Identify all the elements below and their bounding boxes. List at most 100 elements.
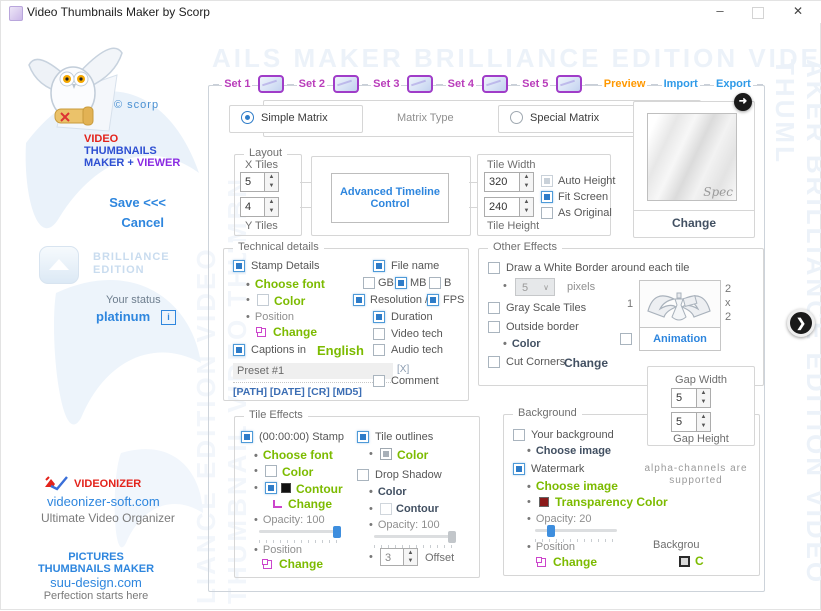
captions-checkbox[interactable] — [233, 344, 245, 356]
minimize-button[interactable]: – — [713, 3, 727, 18]
next-page-arrow[interactable]: ❯ — [787, 309, 815, 337]
tab-set3[interactable]: Set 3 — [371, 78, 401, 90]
te-choose-font-link[interactable]: Choose font — [254, 448, 333, 462]
resolution-checkbox[interactable] — [353, 294, 365, 306]
tab-set4[interactable]: Set 4 — [446, 78, 476, 90]
white-border-checkbox[interactable] — [488, 262, 500, 274]
tile-height-stepper[interactable]: 240 — [484, 197, 534, 217]
te-color-checkbox[interactable] — [265, 465, 277, 477]
tab-preview[interactable]: Preview — [602, 78, 648, 90]
te-contour-color-swatch[interactable] — [281, 483, 291, 493]
next-panel-arrow-small[interactable]: ➜ — [734, 93, 752, 111]
advanced-timeline-button[interactable]: Advanced Timeline Control — [331, 173, 449, 223]
as-original-checkbox[interactable] — [541, 207, 553, 219]
shadow-opacity-slider[interactable] — [374, 531, 456, 549]
tab-import[interactable]: Import — [662, 78, 700, 90]
tile-width-stepper[interactable]: 320 — [484, 172, 534, 192]
tab-set5[interactable]: Set 5 — [520, 78, 550, 90]
tab-set3-icon[interactable] — [407, 75, 433, 93]
close-button[interactable]: ✕ — [791, 4, 805, 18]
fps-checkbox[interactable] — [427, 294, 439, 306]
videonizer-icon[interactable] — [43, 475, 69, 491]
y-tiles-stepper[interactable]: 4 — [240, 197, 279, 217]
mb-checkbox[interactable] — [395, 277, 407, 289]
te-contour-change-icon[interactable] — [273, 500, 282, 508]
file-name-checkbox[interactable] — [373, 260, 385, 272]
bg-color-cut-link[interactable]: C — [695, 554, 704, 568]
bg-choose-image-label[interactable]: Choose image — [527, 445, 611, 457]
outside-border-color-label[interactable]: Color — [503, 338, 541, 350]
tab-set4-icon[interactable] — [482, 75, 508, 93]
timestamp-checkbox[interactable] — [241, 431, 253, 443]
captions-language-link[interactable]: English — [317, 343, 364, 358]
maximize-button[interactable] — [752, 7, 764, 19]
pictures-site-link[interactable]: suu-design.com — [1, 575, 191, 590]
tab-set5-icon[interactable] — [556, 75, 582, 93]
transparency-color-swatch[interactable] — [539, 497, 549, 507]
cut-corners-change-link[interactable]: Change — [564, 356, 608, 370]
duration-checkbox[interactable] — [373, 311, 385, 323]
tab-set2-icon[interactable] — [333, 75, 359, 93]
simple-matrix-label[interactable]: Simple Matrix — [261, 112, 328, 124]
status-info-icon[interactable]: i — [161, 310, 176, 325]
wm-position-change-icon[interactable] — [537, 558, 546, 567]
tab-set1[interactable]: Set 1 — [222, 78, 252, 90]
stamp-position-change-link[interactable]: Change — [273, 325, 317, 339]
outside-border-checkbox[interactable] — [488, 321, 500, 333]
edition-up-icon[interactable] — [39, 246, 79, 284]
gb-checkbox[interactable] — [363, 277, 375, 289]
pixels-combobox[interactable]: 5∨ — [515, 278, 555, 296]
animation-button[interactable]: Animation — [639, 327, 721, 351]
auto-height-checkbox[interactable] — [541, 175, 553, 187]
gap-width-stepper[interactable]: 5 — [671, 388, 711, 408]
your-background-checkbox[interactable] — [513, 429, 525, 441]
special-change-button[interactable]: Change — [634, 216, 754, 230]
preset-clear-button[interactable]: [X] — [397, 364, 409, 375]
gray-scale-checkbox[interactable] — [488, 302, 500, 314]
save-button[interactable]: Save <<< — [109, 195, 166, 210]
choose-font-link[interactable]: Choose font — [246, 277, 325, 291]
pictures-block[interactable]: PICTURES THUMBNAILS MAKER suu-design.com… — [1, 551, 191, 602]
tab-export[interactable]: Export — [714, 78, 753, 90]
audio-tech-checkbox[interactable] — [373, 344, 385, 356]
stamp-details-checkbox[interactable] — [233, 260, 245, 272]
fit-screen-checkbox[interactable] — [541, 191, 553, 203]
drop-shadow-checkbox[interactable] — [357, 469, 369, 481]
special-preview-thumbnail[interactable]: Spec — [647, 113, 737, 201]
gap-height-stepper[interactable]: 5 — [671, 412, 711, 432]
outline-color-label[interactable]: Color — [397, 448, 428, 462]
te-position-change-icon[interactable] — [263, 560, 272, 569]
stamp-position-change-icon[interactable] — [257, 328, 266, 337]
videonizer-link[interactable]: videonizer-soft.com — [47, 494, 160, 509]
videonizer-name[interactable]: VIDEONIZER — [74, 478, 141, 490]
shadow-color-label[interactable]: Color — [369, 486, 407, 498]
video-tech-checkbox[interactable] — [373, 328, 385, 340]
preset-field[interactable]: Preset #1 — [233, 363, 393, 379]
te-color-label[interactable]: Color — [282, 465, 313, 479]
simple-matrix-radio[interactable] — [241, 111, 254, 124]
offset-stepper[interactable]: 3 — [380, 548, 418, 566]
cancel-button[interactable]: Cancel — [121, 215, 164, 230]
b-checkbox[interactable] — [429, 277, 441, 289]
outline-color-checkbox[interactable] — [380, 448, 392, 460]
stamp-color-label[interactable]: Color — [274, 294, 305, 308]
te-position-change-link[interactable]: Change — [279, 557, 323, 571]
te-contour-checkbox[interactable] — [265, 482, 277, 494]
comment-checkbox[interactable] — [373, 375, 385, 387]
tab-set2[interactable]: Set 2 — [297, 78, 327, 90]
transparency-color-link[interactable]: Transparency Color — [555, 495, 668, 509]
special-matrix-label[interactable]: Special Matrix — [530, 112, 599, 124]
cut-corners-checkbox[interactable] — [488, 356, 500, 368]
te-contour-label[interactable]: Contour — [296, 482, 343, 496]
special-matrix-radio[interactable] — [510, 111, 523, 124]
animation-checkbox[interactable] — [620, 333, 632, 345]
watermark-checkbox[interactable] — [513, 463, 525, 475]
te-opacity-slider[interactable] — [259, 526, 341, 544]
te-contour-change-link[interactable]: Change — [288, 497, 332, 511]
bg-color-swatch-icon[interactable] — [679, 556, 690, 567]
tile-outlines-checkbox[interactable] — [357, 431, 369, 443]
stamp-color-checkbox[interactable] — [257, 294, 269, 306]
x-tiles-stepper[interactable]: 5 — [240, 172, 279, 192]
shadow-contour-label[interactable]: Contour — [396, 503, 439, 515]
shadow-contour-checkbox[interactable] — [380, 503, 392, 515]
